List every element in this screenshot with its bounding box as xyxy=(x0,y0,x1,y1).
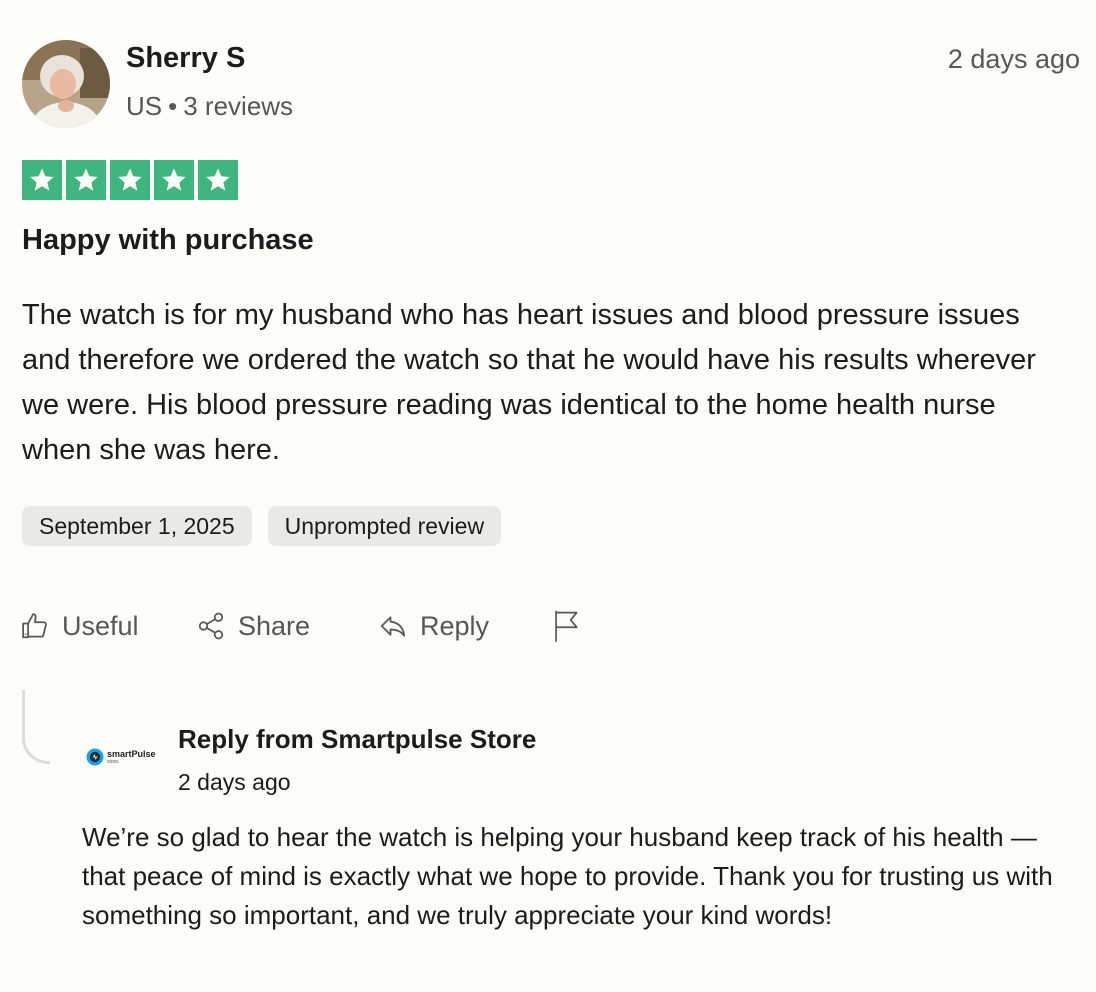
review-date-badge: September 1, 2025 xyxy=(22,506,252,546)
reply-label: Reply xyxy=(420,610,490,641)
company-logo-text-block: smartPulse store. xyxy=(107,748,156,765)
reply-body: We’re so glad to hear the watch is helpi… xyxy=(82,822,1053,930)
thumbs-up-icon xyxy=(22,613,47,639)
star-1 xyxy=(22,160,62,200)
star-3 xyxy=(110,160,150,200)
reviewer-country: US xyxy=(126,91,163,121)
review-time-ago: 2 days ago xyxy=(947,44,1080,74)
star-4 xyxy=(154,160,194,200)
review-tags: September 1, 2025 Unprompted review xyxy=(22,506,502,546)
star-icon xyxy=(30,168,54,191)
share-button[interactable]: Share xyxy=(196,600,310,652)
reviewer-name[interactable]: Sherry S xyxy=(126,42,245,75)
useful-button[interactable]: Useful xyxy=(20,600,139,652)
report-button[interactable] xyxy=(552,600,582,652)
star-2 xyxy=(66,160,106,200)
company-logo-subtext: store. xyxy=(107,758,120,765)
star-icon xyxy=(162,168,186,191)
review-type-badge[interactable]: Unprompted review xyxy=(267,506,502,546)
reply-time-ago: 2 days ago xyxy=(178,769,291,795)
share-label: Share xyxy=(238,610,311,641)
review-card: Sherry S US • 3 reviews 2 days ago Happy w… xyxy=(0,0,1096,992)
star-5 xyxy=(198,160,238,200)
reply-header: Reply from Smartpulse Store xyxy=(178,724,537,754)
share-icon xyxy=(198,612,224,640)
smartpulse-logo-icon xyxy=(86,748,104,766)
reviewer-avatar[interactable] xyxy=(22,40,110,128)
reply-button[interactable]: Reply xyxy=(378,600,489,652)
star-icon xyxy=(118,168,142,191)
flag-icon xyxy=(555,610,578,642)
reviewer-meta: US • 3 reviews xyxy=(126,91,293,122)
reply-arrow-icon xyxy=(380,616,406,637)
company-logo-text: smartPulse xyxy=(107,748,156,759)
useful-label: Useful xyxy=(62,610,139,641)
review-title: Happy with purchase xyxy=(22,224,314,256)
meta-separator: • xyxy=(168,91,178,121)
reviewer-review-count: 3 reviews xyxy=(183,91,294,121)
avatar-photo xyxy=(22,40,110,128)
review-body: The watch is for my husband who has hear… xyxy=(22,299,1036,466)
company-logo[interactable]: smartPulse store. xyxy=(86,748,156,766)
star-rating xyxy=(22,160,238,200)
reply-connector-line xyxy=(22,690,50,764)
star-icon xyxy=(206,168,230,191)
star-icon xyxy=(74,168,98,191)
